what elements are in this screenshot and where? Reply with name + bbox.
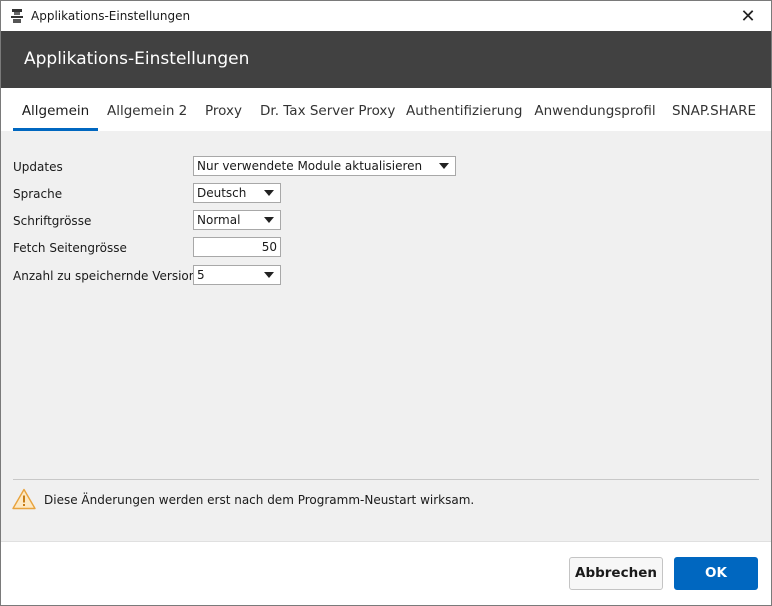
versionen-value: 5 xyxy=(197,268,205,282)
tab-bar: Allgemein Allgemein 2 Proxy Dr. Tax Serv… xyxy=(1,88,771,131)
window-title: Applikations-Einstellungen xyxy=(31,9,191,23)
cancel-button[interactable]: Abbrechen xyxy=(569,557,663,590)
updates-label: Updates xyxy=(13,160,63,174)
fetch-label: Fetch Seitengrösse xyxy=(13,241,127,255)
ok-button[interactable]: OK xyxy=(674,557,758,590)
chevron-down-icon xyxy=(264,217,274,223)
schriftgroesse-label: Schriftgrösse xyxy=(13,214,92,228)
fetch-input[interactable]: 50 xyxy=(193,237,281,257)
notice-divider xyxy=(13,479,759,480)
tab-authentifizierung[interactable]: Authentifizierung xyxy=(406,88,522,131)
updates-value: Nur verwendete Module aktualisieren xyxy=(197,159,423,173)
close-icon[interactable]: ✕ xyxy=(725,1,771,31)
versionen-select[interactable]: 5 xyxy=(193,265,281,285)
chevron-down-icon xyxy=(439,163,449,169)
updates-select[interactable]: Nur verwendete Module aktualisieren xyxy=(193,156,456,176)
schriftgroesse-value: Normal xyxy=(197,213,241,227)
title-bar: Applikations-Einstellungen ✕ xyxy=(1,1,771,31)
settings-panel: Updates Nur verwendete Module aktualisie… xyxy=(1,131,771,541)
tab-allgemein[interactable]: Allgemein xyxy=(13,88,98,131)
tab-snap-share[interactable]: SNAP.SHARE xyxy=(670,88,758,131)
chevron-down-icon xyxy=(264,190,274,196)
schriftgroesse-select[interactable]: Normal xyxy=(193,210,281,230)
tab-dr-tax-server-proxy[interactable]: Dr. Tax Server Proxy xyxy=(260,88,395,131)
header-title: Applikations-Einstellungen xyxy=(24,49,250,69)
restart-notice: Diese Änderungen werden erst nach dem Pr… xyxy=(44,493,475,507)
versionen-label: Anzahl zu speichernde Versionen xyxy=(13,269,212,283)
tab-proxy[interactable]: Proxy xyxy=(201,88,246,131)
tab-allgemein-2[interactable]: Allgemein 2 xyxy=(107,88,187,131)
sprache-label: Sprache xyxy=(13,187,63,201)
tab-anwendungsprofil[interactable]: Anwendungsprofil xyxy=(534,88,656,131)
dialog-footer: Abbrechen OK xyxy=(1,541,771,605)
app-logo-icon xyxy=(11,9,23,23)
sprache-value: Deutsch xyxy=(197,186,247,200)
settings-dialog: Applikations-Einstellungen ✕ Applikation… xyxy=(0,0,772,606)
chevron-down-icon xyxy=(264,272,274,278)
sprache-select[interactable]: Deutsch xyxy=(193,183,281,203)
warning-icon xyxy=(12,488,36,510)
dialog-header: Applikations-Einstellungen xyxy=(1,31,771,88)
